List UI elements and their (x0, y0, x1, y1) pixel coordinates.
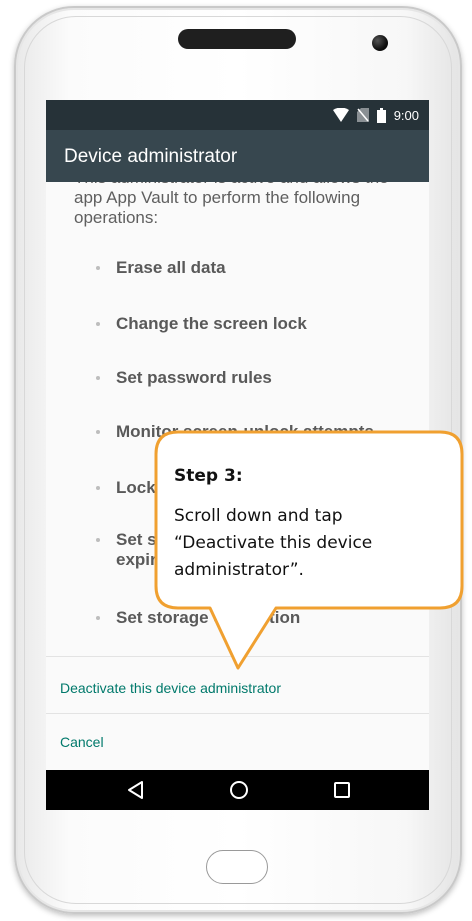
bullet-icon (96, 538, 100, 542)
operation-label: Monitor screen-unlock attempts (116, 422, 374, 441)
navigation-bar (46, 770, 429, 810)
bullet-icon (96, 486, 100, 490)
admin-description: This administrator is active and allows … (74, 182, 389, 227)
operation-label: Set screen lock password expiration (116, 530, 325, 569)
operation-item: Erase all data (96, 258, 416, 278)
operation-item: Monitor screen-unlock attempts (96, 422, 416, 442)
operation-item: Lock the screen (96, 478, 416, 498)
status-bar: 9:00 (46, 100, 429, 130)
battery-icon (376, 107, 386, 123)
page-title: Device administrator (64, 146, 238, 167)
operation-label: Erase all data (116, 258, 226, 277)
bullet-icon (96, 616, 100, 620)
divider (46, 656, 429, 657)
bullet-icon (96, 376, 100, 380)
front-camera (372, 35, 388, 51)
status-time: 9:00 (393, 107, 419, 123)
operation-label: Change the screen lock (116, 314, 307, 333)
device-screen: 9:00 Device administrator This administr… (46, 100, 429, 810)
deactivate-admin-button[interactable]: Deactivate this device administrator (60, 679, 281, 697)
physical-home-button[interactable] (206, 850, 268, 884)
bullet-icon (96, 322, 100, 326)
back-icon[interactable] (124, 778, 148, 802)
operation-label: Set password rules (116, 368, 272, 387)
app-bar: Device administrator (46, 130, 429, 182)
operation-item: Set password rules (96, 368, 416, 388)
home-icon[interactable] (227, 778, 251, 802)
wifi-icon (332, 108, 349, 122)
cancel-button[interactable]: Cancel (60, 733, 104, 751)
earpiece-speaker (178, 29, 296, 49)
operation-label: Set storage encryption (116, 608, 301, 627)
divider (46, 713, 429, 714)
operation-item: Set storage encryption (96, 608, 416, 628)
no-sim-icon (356, 108, 369, 122)
recents-icon[interactable] (330, 778, 354, 802)
admin-details[interactable]: This administrator is active and allows … (46, 182, 429, 656)
bullet-icon (96, 266, 100, 270)
operation-item: Set screen lock password expiration (96, 530, 336, 570)
operation-label: Lock the screen (116, 478, 246, 497)
bullet-icon (96, 430, 100, 434)
status-icons: 9:00 (332, 106, 419, 124)
operation-item: Change the screen lock (96, 314, 416, 334)
